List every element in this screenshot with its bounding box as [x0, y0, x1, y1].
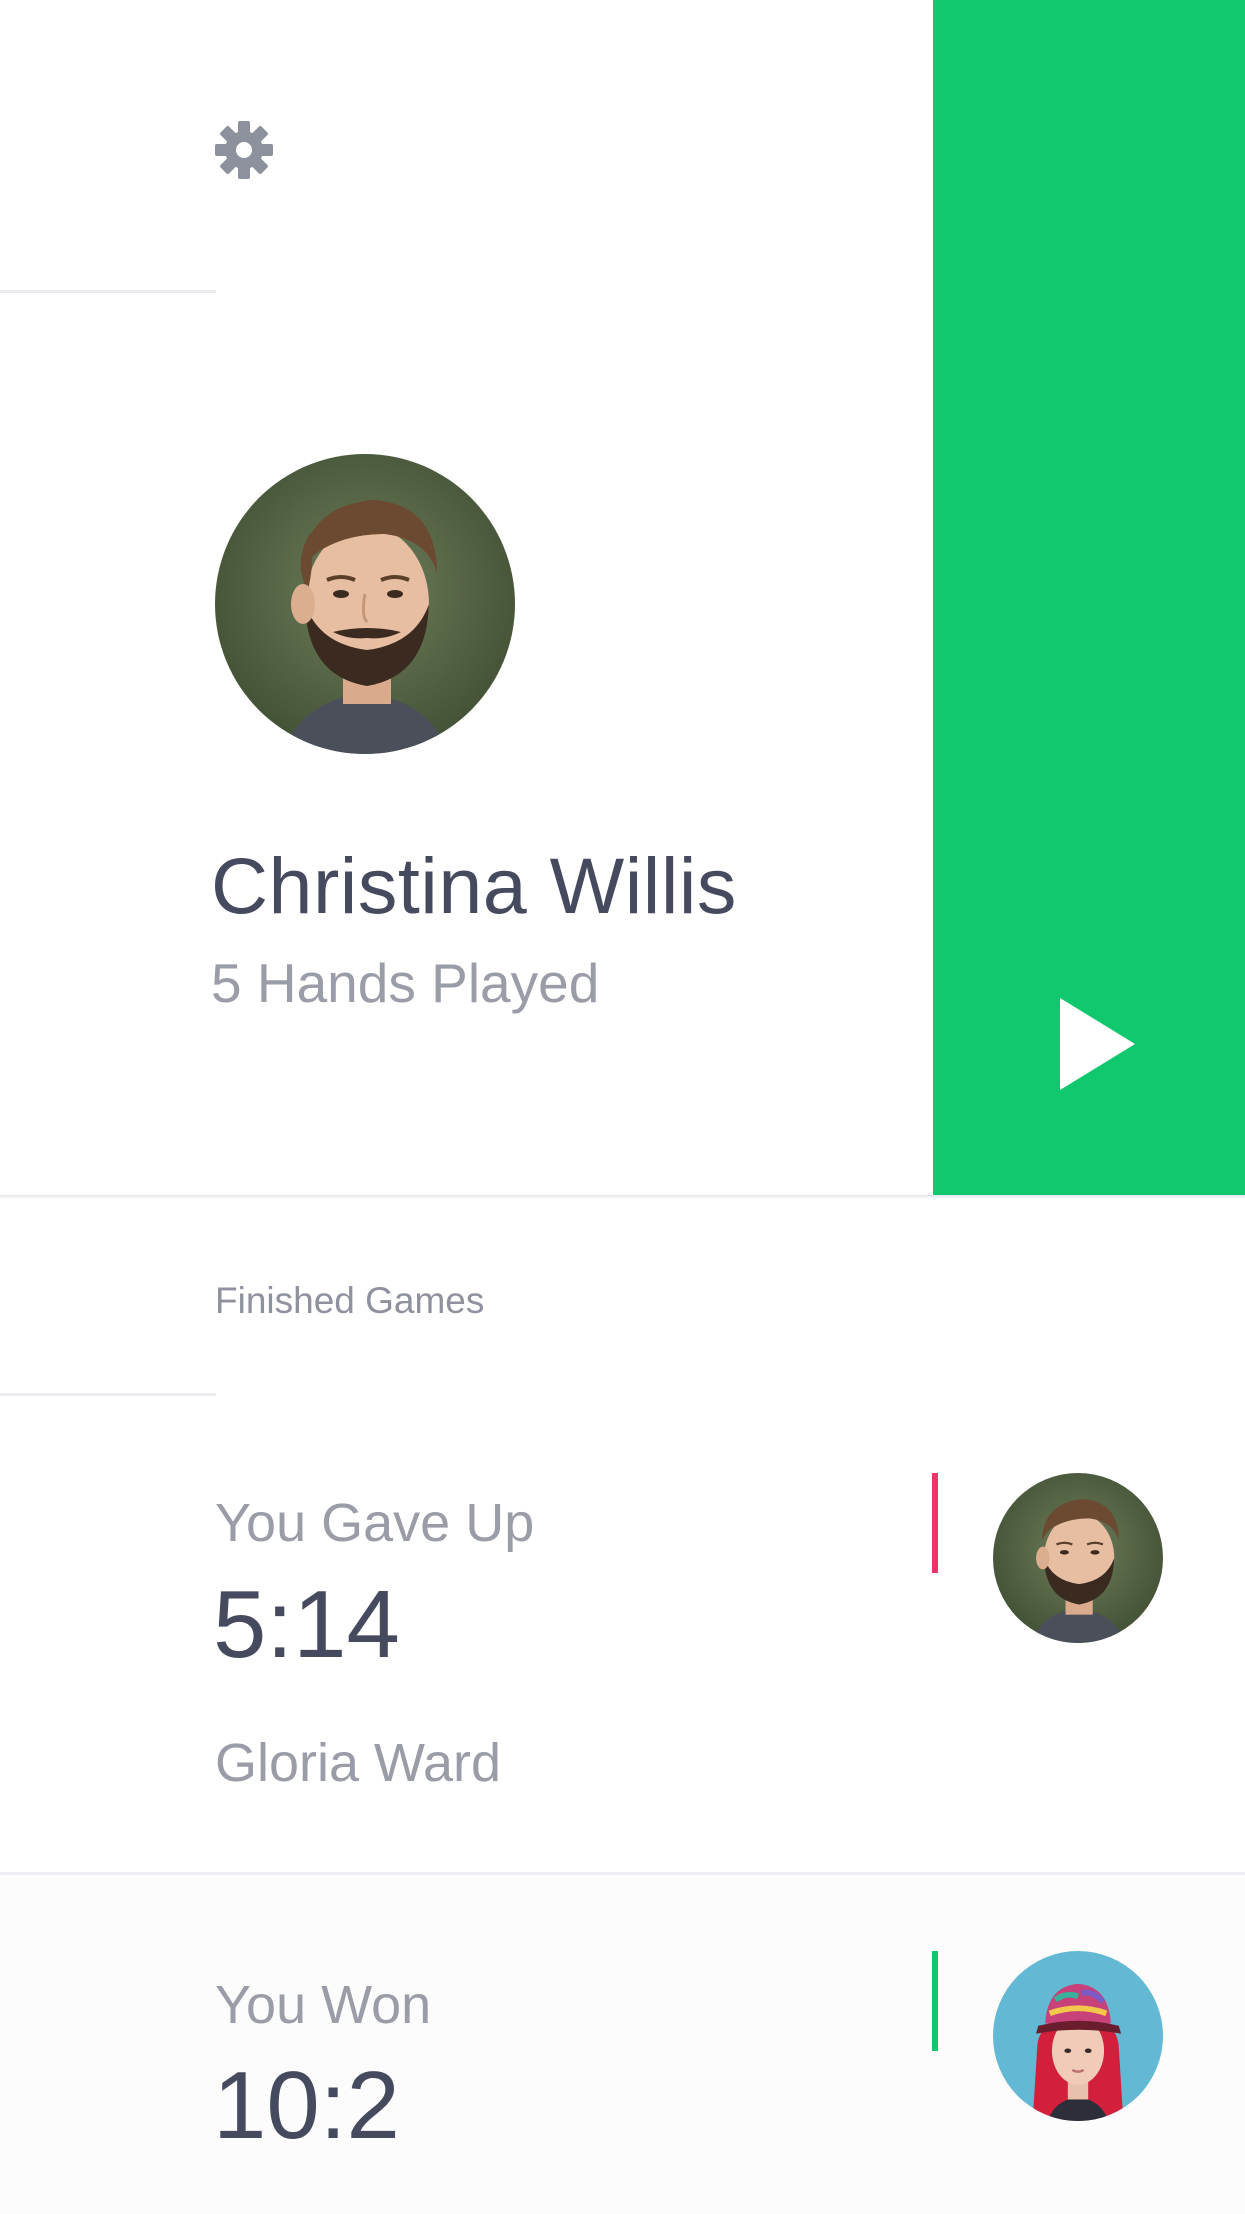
game-result: You Gave Up: [215, 1493, 535, 1553]
hands-played-count: 5 Hands Played: [211, 952, 600, 1014]
avatar: [215, 454, 515, 754]
man-with-beard-photo: [993, 1473, 1163, 1643]
result-indicator: [932, 1951, 938, 2051]
header-divider: [0, 290, 216, 293]
game-list-item[interactable]: You Gave Up 5:14 Gloria Ward: [0, 1396, 1245, 1872]
card-divider: [0, 1195, 1245, 1199]
man-with-beard-photo: [215, 454, 515, 754]
game-list-item[interactable]: You Won 10:2: [0, 1872, 1245, 2214]
game-score: 10:2: [213, 2052, 400, 2159]
play-icon[interactable]: [1060, 998, 1135, 1090]
gear-icon: [215, 121, 273, 179]
profile-card: Christina Willis 5 Hands Played: [0, 0, 1245, 1195]
result-indicator: [932, 1473, 938, 1573]
section-title-finished-games: Finished Games: [215, 1280, 485, 1321]
opponent-avatar: [993, 1951, 1163, 2121]
game-score: 5:14: [213, 1571, 400, 1678]
game-result: You Won: [215, 1975, 432, 2035]
opponent-avatar: [993, 1473, 1163, 1643]
settings-button[interactable]: [208, 114, 280, 186]
profile-screen: Christina Willis 5 Hands Played Finished…: [0, 0, 1245, 2214]
profile-name: Christina Willis: [211, 841, 737, 930]
woman-red-hair-cap-photo: [993, 1951, 1163, 2121]
game-opponent-name: Gloria Ward: [215, 1733, 502, 1793]
